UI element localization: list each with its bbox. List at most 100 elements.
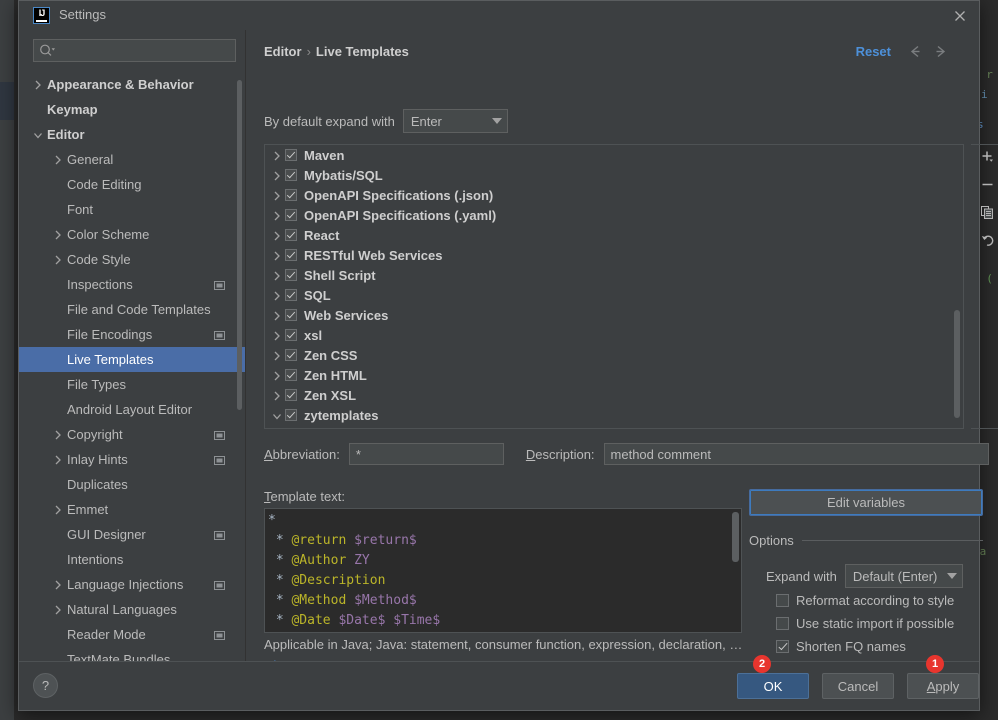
sidebar-item-live-templates[interactable]: Live Templates <box>19 347 245 372</box>
chevron-right-icon[interactable] <box>270 329 285 341</box>
template-group-row[interactable]: Web Services <box>265 305 963 325</box>
edit-variables-button[interactable]: Edit variables <box>749 489 983 516</box>
sidebar-item-duplicates[interactable]: Duplicates <box>19 472 245 497</box>
chevron-right-icon[interactable] <box>270 349 285 361</box>
add-template-button[interactable] <box>971 145 998 173</box>
chevron-right-icon[interactable] <box>270 249 285 261</box>
editor-scrollbar[interactable] <box>732 512 739 562</box>
template-group-checkbox[interactable] <box>285 269 297 281</box>
checkbox-box[interactable] <box>776 640 789 653</box>
live-template-group-list[interactable]: Maven Mybatis/SQL OpenAPI Specifications (… <box>264 144 964 429</box>
sidebar-item-natural-languages[interactable]: Natural Languages <box>19 597 245 622</box>
help-button[interactable]: ? <box>33 673 58 698</box>
sidebar-item-inspections[interactable]: Inspections <box>19 272 245 297</box>
template-group-checkbox[interactable] <box>285 409 297 421</box>
sidebar-item-color-scheme[interactable]: Color Scheme <box>19 222 245 247</box>
chevron-right-icon[interactable] <box>51 503 65 517</box>
sidebar-item-code-editing[interactable]: Code Editing <box>19 172 245 197</box>
chevron-right-icon[interactable] <box>270 369 285 381</box>
sidebar-item-editor[interactable]: Editor <box>19 122 245 147</box>
template-group-checkbox[interactable] <box>285 329 297 341</box>
template-group-checkbox[interactable] <box>285 309 297 321</box>
chevron-right-icon[interactable] <box>270 289 285 301</box>
sidebar-item-inlay-hints[interactable]: Inlay Hints <box>19 447 245 472</box>
chevron-right-icon[interactable] <box>270 389 285 401</box>
sidebar-item-file-types[interactable]: File Types <box>19 372 245 397</box>
template-group-row[interactable]: OpenAPI Specifications (.yaml) <box>265 205 963 225</box>
template-group-row[interactable]: Mybatis/SQL <box>265 165 963 185</box>
chevron-right-icon[interactable] <box>51 453 65 467</box>
apply-button[interactable]: Apply <box>907 673 979 699</box>
template-group-checkbox[interactable] <box>285 389 297 401</box>
chevron-right-icon[interactable] <box>31 78 45 92</box>
template-group-checkbox[interactable] <box>285 369 297 381</box>
sidebar-item-font[interactable]: Font <box>19 197 245 222</box>
chevron-down-icon[interactable] <box>270 409 285 421</box>
template-group-checkbox[interactable] <box>285 249 297 261</box>
sidebar-item-gui-designer[interactable]: GUI Designer <box>19 522 245 547</box>
chevron-right-icon[interactable] <box>270 229 285 241</box>
close-icon[interactable] <box>951 7 969 25</box>
sidebar-item-code-style[interactable]: Code Style <box>19 247 245 272</box>
template-group-row[interactable]: zytemplates <box>265 405 963 425</box>
chevron-right-icon[interactable] <box>51 603 65 617</box>
option-checkbox-use-static-import-if-possible[interactable]: Use static import if possible <box>776 616 954 631</box>
copy-template-button[interactable] <box>971 201 998 229</box>
option-checkbox-reformat-according-to-style[interactable]: Reformat according to style <box>776 593 954 608</box>
abbreviation-input[interactable]: * <box>348 443 504 465</box>
sidebar-item-emmet[interactable]: Emmet <box>19 497 245 522</box>
template-group-row[interactable]: RESTful Web Services <box>265 245 963 265</box>
description-input[interactable]: method comment <box>603 443 989 465</box>
template-group-checkbox[interactable] <box>285 149 297 161</box>
template-group-row[interactable]: Shell Script <box>265 265 963 285</box>
template-group-row[interactable]: Zen XSL <box>265 385 963 405</box>
template-group-checkbox[interactable] <box>285 229 297 241</box>
chevron-right-icon[interactable] <box>51 253 65 267</box>
chevron-right-icon[interactable] <box>51 228 65 242</box>
template-group-row[interactable]: OpenAPI Specifications (.json) <box>265 185 963 205</box>
search-input[interactable] <box>33 39 236 62</box>
default-expand-dropdown[interactable]: Enter <box>402 109 508 133</box>
remove-template-button[interactable] <box>971 173 998 201</box>
sidebar-item-android-layout-editor[interactable]: Android Layout Editor <box>19 397 245 422</box>
template-group-row[interactable]: SQL <box>265 285 963 305</box>
arrow-right-icon[interactable] <box>932 43 949 60</box>
template-group-row[interactable]: React <box>265 225 963 245</box>
sidebar-item-file-encodings[interactable]: File Encodings <box>19 322 245 347</box>
chevron-down-icon[interactable] <box>31 128 45 142</box>
sidebar-item-general[interactable]: General <box>19 147 245 172</box>
chevron-right-icon[interactable] <box>270 269 285 281</box>
arrow-left-icon[interactable] <box>907 43 924 60</box>
template-group-checkbox[interactable] <box>285 209 297 221</box>
option-checkbox-shorten-fq-names[interactable]: Shorten FQ names <box>776 639 906 654</box>
expand-with-dropdown[interactable]: Default (Enter) <box>844 564 963 588</box>
search-field-wrapper[interactable] <box>33 39 236 62</box>
checkbox-box[interactable] <box>776 594 789 607</box>
template-group-checkbox[interactable] <box>285 349 297 361</box>
template-text-editor[interactable]: * * @return $return$ * @Author ZY * @Des… <box>264 508 742 633</box>
template-group-checkbox[interactable] <box>285 289 297 301</box>
checkbox-box[interactable] <box>776 617 789 630</box>
breadcrumb-parent[interactable]: Editor <box>264 44 302 59</box>
template-list-scrollbar[interactable] <box>954 310 960 418</box>
template-group-row[interactable]: xsl <box>265 325 963 345</box>
sidebar-item-keymap[interactable]: Keymap <box>19 97 245 122</box>
cancel-button[interactable]: Cancel <box>822 673 894 699</box>
sidebar-item-reader-mode[interactable]: Reader Mode <box>19 622 245 647</box>
sidebar-item-appearance-behavior[interactable]: Appearance & Behavior <box>19 72 245 97</box>
chevron-right-icon[interactable] <box>270 209 285 221</box>
sidebar-item-file-and-code-templates[interactable]: File and Code Templates <box>19 297 245 322</box>
template-group-row[interactable]: Zen HTML <box>265 365 963 385</box>
chevron-right-icon[interactable] <box>51 153 65 167</box>
template-group-checkbox[interactable] <box>285 189 297 201</box>
ok-button[interactable]: OK <box>737 673 809 699</box>
reset-link[interactable]: Reset <box>856 44 891 59</box>
chevron-right-icon[interactable] <box>270 149 285 161</box>
template-group-checkbox[interactable] <box>285 169 297 181</box>
chevron-right-icon[interactable] <box>51 428 65 442</box>
sidebar-item-intentions[interactable]: Intentions <box>19 547 245 572</box>
chevron-right-icon[interactable] <box>270 309 285 321</box>
sidebar-item-language-injections[interactable]: Language Injections <box>19 572 245 597</box>
chevron-right-icon[interactable] <box>270 169 285 181</box>
template-group-row[interactable]: Zen CSS <box>265 345 963 365</box>
